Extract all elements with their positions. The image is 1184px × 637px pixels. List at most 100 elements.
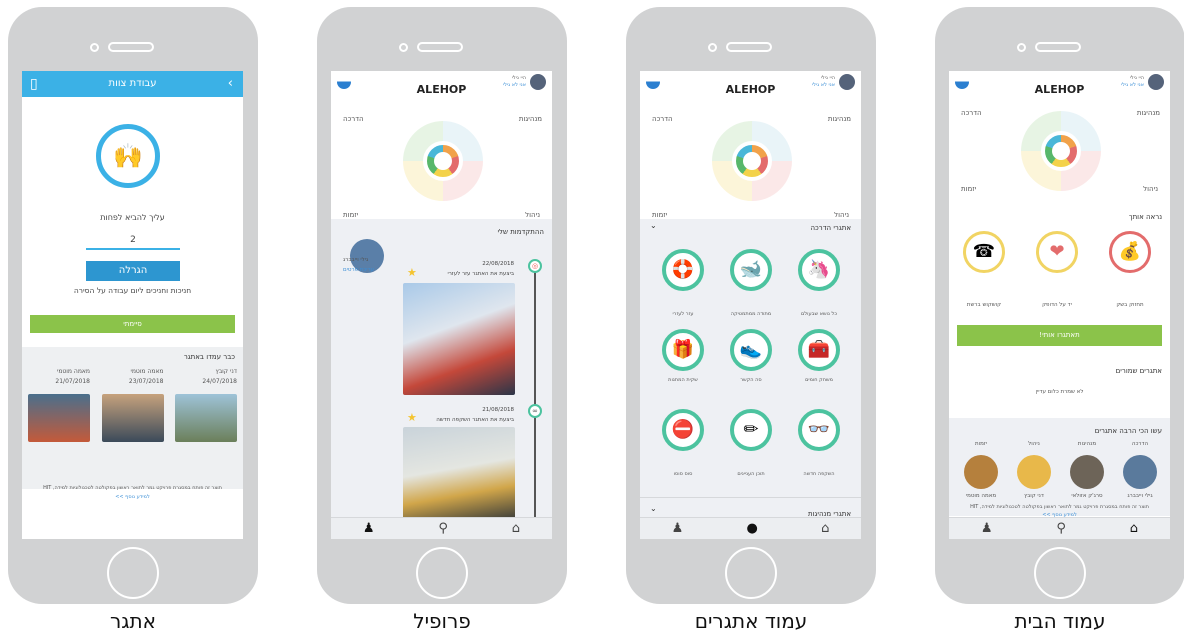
brand-icon	[337, 75, 351, 89]
bottom-nav: ♟ ⚲ ⌂	[331, 517, 552, 539]
badge-label: כל נושא שבעולם	[801, 311, 837, 317]
badge-icon[interactable]: 🐋	[730, 249, 772, 291]
avatar[interactable]	[1017, 455, 1051, 489]
leaders-title: עשו הכי הרבה אתגרים	[1094, 427, 1162, 435]
badge-icon[interactable]: 👓	[798, 409, 840, 451]
raffle-button[interactable]: הגרלה	[86, 261, 180, 281]
medal-icon[interactable]: ●	[747, 521, 758, 536]
badge-icon[interactable]: ✏	[730, 409, 772, 451]
money-bag-icon[interactable]: 💰	[1109, 231, 1151, 273]
app-logo: ALEHOP	[725, 83, 776, 96]
home-button[interactable]	[107, 547, 159, 599]
radar-label: ניהול	[525, 211, 540, 219]
speaker	[108, 42, 154, 52]
winner-card[interactable]: מאמה מוטמי 23/07/2018	[101, 368, 164, 442]
home-button[interactable]	[416, 547, 468, 599]
skills-radar: מנהיגות הדרכה ניהול יזמות	[331, 111, 552, 231]
leader-name: מאמה מוטמי	[965, 493, 997, 499]
radar-label: יזמות	[652, 211, 668, 219]
leader-name: סרג'ק אזולאי	[1071, 493, 1103, 499]
badge-icon[interactable]: 🦄	[798, 249, 840, 291]
chevron-down-icon[interactable]: ⌄	[650, 221, 657, 230]
entry-photo	[403, 283, 515, 395]
task-label: קושקוש ברשת	[966, 302, 1002, 308]
camera	[708, 43, 717, 52]
badge-label: תוכן העניינים	[737, 471, 765, 477]
badge-icon[interactable]: ⛔	[662, 409, 704, 451]
star-icon: ★	[407, 411, 417, 424]
medal-icon[interactable]: ⚲	[1056, 521, 1066, 536]
radar-label: מנהיגות	[1136, 109, 1160, 117]
chevron-right-icon[interactable]: ›	[228, 76, 233, 91]
home-button[interactable]	[1034, 547, 1086, 599]
badge-icon[interactable]: 👟	[730, 329, 772, 371]
app-header: היי גילי אני לא גילי ALEHOP	[331, 71, 552, 111]
profile-name: גילי וייבברג	[343, 257, 369, 263]
lifebuoy-icon: ◎	[528, 259, 542, 273]
home-icon[interactable]: ⌂	[1130, 521, 1138, 536]
winner-date: 23/07/2018	[128, 378, 164, 385]
home-icon[interactable]: ⌂	[821, 521, 829, 536]
winner-name: מאמה מוטמי	[56, 368, 90, 375]
speaker	[1035, 42, 1081, 52]
category-label: מנהיגות	[1077, 441, 1097, 447]
hands-icon: 🙌	[96, 124, 160, 188]
winners-list: דני קובץ 24/07/2018 מאמה מוטמי 23/07/201…	[28, 368, 237, 442]
winner-card[interactable]: דני קובץ 24/07/2018	[175, 368, 237, 442]
brand-icon	[955, 75, 969, 89]
badge-icon[interactable]: 🛟	[662, 249, 704, 291]
category-label: יזמות	[975, 441, 987, 447]
radar-label: מנהיגות	[827, 115, 851, 123]
user-icon[interactable]: ♟	[672, 521, 684, 536]
page-title: עבודת צוות	[108, 78, 157, 89]
entry-photo	[403, 427, 515, 519]
phone-profile: היי גילי אני לא גילי ALEHOP מנהיגות הדרכ…	[317, 7, 567, 604]
home-icon[interactable]: ⌂	[512, 521, 520, 536]
user-icon[interactable]: ♟	[981, 521, 993, 536]
app-logo: ALEHOP	[1034, 83, 1085, 96]
timeline-line	[534, 261, 536, 531]
badge-label: עזר לעזרי	[672, 311, 694, 317]
footer-text: תוצר זה פותח במסגרת פרויקט גמר לתואר ראש…	[970, 504, 1149, 510]
badge-icon[interactable]: 🧰	[798, 329, 840, 371]
camera	[90, 43, 99, 52]
leader-name: גילי וייבברג	[1127, 493, 1153, 499]
count-field[interactable]: 2	[86, 235, 180, 250]
edit-details-link[interactable]: עריכת פרטים	[343, 267, 374, 273]
medal-icon[interactable]: ⚲	[438, 521, 448, 536]
app-header: היי גילי אני לא גילי ALEHOP	[640, 71, 861, 111]
star-icon: ★	[407, 266, 417, 279]
user-name: היי גילי	[820, 75, 835, 81]
badge-icon[interactable]: 🎁	[662, 329, 704, 371]
footer-link[interactable]: למידע נוסף >>	[115, 494, 150, 500]
phone-icon[interactable]: ☎	[963, 231, 1005, 273]
challenge-screen: ▯ עבודת צוות › 🙌 עליך להביא לפחות 2 הגרל…	[22, 71, 243, 539]
radar-label: יזמות	[343, 211, 359, 219]
speaker	[726, 42, 772, 52]
skills-radar: מנהיגות הדרכה ניהול יזמות	[640, 111, 861, 231]
challenges-screen: היי גילי אני לא גילי ALEHOP מנהיגות הדרכ…	[640, 71, 861, 539]
challenge-me-button[interactable]: תאתגרו אותי!	[957, 325, 1162, 346]
task-label: יד על הדופק	[1042, 302, 1072, 308]
home-button[interactable]	[725, 547, 777, 599]
avatar[interactable]	[1123, 455, 1157, 489]
radar-hole	[743, 152, 761, 170]
footer: תוצר זה פותח במסגרת פרויקט גמר לתואר ראש…	[24, 484, 241, 502]
bottom-nav: ♟ ● ⌂	[640, 517, 861, 539]
app-header: היי גילי אני לא גילי ALEHOP	[949, 71, 1170, 111]
camera	[1017, 43, 1026, 52]
user-icon[interactable]: ♟	[363, 521, 375, 536]
badge-label: מתודה ממתמטיקה	[730, 311, 772, 317]
radar-label: הדרכה	[343, 115, 364, 123]
camera	[399, 43, 408, 52]
badge-label: משחק חומים	[805, 377, 833, 383]
user-name: היי גילי	[511, 75, 526, 81]
heart-icon[interactable]: ❤	[1036, 231, 1078, 273]
done-button[interactable]: סיימתי	[30, 315, 235, 333]
avatar[interactable]	[1070, 455, 1104, 489]
task-label: תחזוק בשק	[1116, 302, 1144, 308]
chevron-down-icon[interactable]: ⌄	[650, 504, 657, 513]
avatar[interactable]	[964, 455, 998, 489]
winner-card[interactable]: מאמה מוטמי 21/07/2018	[28, 368, 90, 442]
saved-title: אתגרים שמורים	[1115, 367, 1162, 375]
